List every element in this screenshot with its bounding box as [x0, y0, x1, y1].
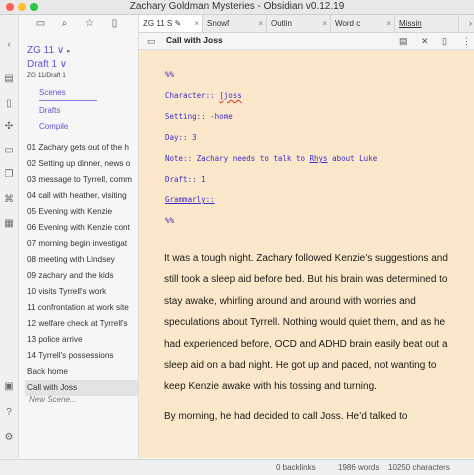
left-ribbon: ‹ ▤ ▯ ✣ ▭ ❐ ⌘ ▦ ▣ ? ⚙ [0, 15, 19, 458]
draft-path: ZG 11/Draft 1 [27, 72, 66, 79]
scene-item[interactable]: 12 welfare check at Tyrrell's [27, 316, 138, 332]
frontmatter-character: Character:: [joss [165, 91, 242, 100]
maximize-window-button[interactable] [30, 3, 38, 11]
tab-bar: ZG 11 S ✎ × Snowf × Outlin × Word c × Missin… [139, 15, 474, 33]
scene-item[interactable]: 09 zachary and the kids [27, 268, 138, 284]
scene-item[interactable]: 06 Evening with Kenzie cont [27, 220, 138, 236]
preview-toggle-icon[interactable]: ▤ [399, 36, 408, 47]
tab-scenes[interactable]: Scenes [39, 88, 97, 101]
frontmatter-grammarly: Grammarly:: [165, 195, 215, 204]
editor-pane[interactable]: %% Character:: [joss Setting:: -home Day… [139, 50, 461, 458]
scene-item[interactable]: 10 visits Tyrrell's work [27, 284, 138, 300]
project-selector[interactable]: ZG 11 ∨ ▸ [27, 45, 70, 56]
backlinks-count[interactable]: 0 backlinks [276, 460, 316, 475]
scene-item[interactable]: 07 morning begin investigat [27, 236, 138, 252]
tab-drafts[interactable]: Drafts [39, 106, 60, 115]
help-circle-icon[interactable]: ? [4, 408, 14, 418]
frontmatter-note: Note:: Zachary needs to talk to Rhys abo… [165, 154, 377, 163]
split-icon[interactable]: ▯ [442, 36, 447, 47]
close-icon[interactable]: × [322, 15, 327, 32]
close-icon[interactable]: × [258, 15, 263, 32]
body-text[interactable]: It was a tough night. Zachary followed K… [164, 248, 454, 435]
frontmatter-text: about Luke [327, 154, 378, 163]
help-icon[interactable]: ▣ [4, 382, 14, 392]
new-scene-input[interactable]: New Scene... [29, 395, 77, 404]
folder-icon[interactable]: ▭ [35, 18, 46, 29]
chevron-down-icon: ∨ [59, 59, 68, 70]
tab-zg11[interactable]: ZG 11 S ✎ × [139, 15, 203, 32]
frontmatter-key: Character:: [165, 91, 220, 100]
chevron-left-icon[interactable]: ‹ [4, 40, 14, 50]
longform-sidebar: ▭ ⌕ ☆ ▯ ZG 11 ∨ ▸ Draft 1 ∨ ZG 11/Draft … [19, 15, 139, 458]
settings-icon[interactable]: ⚙ [4, 433, 14, 443]
frontmatter-value: [joss [219, 91, 242, 100]
scene-item[interactable]: 13 police arrive [27, 332, 138, 348]
tab-label: Missin [399, 19, 422, 28]
close-icon[interactable]: × [386, 15, 391, 32]
scene-item[interactable]: 14 Tyrrell's possessions [27, 348, 138, 364]
box-icon[interactable]: ▦ [4, 219, 14, 229]
tab-outline[interactable]: Outlin × [267, 15, 331, 32]
frontmatter-draft: Draft:: 1 [165, 175, 206, 184]
scene-item[interactable]: 04 call with heather, visiting [27, 188, 138, 204]
terminal-icon[interactable]: ▭ [4, 146, 14, 156]
calendar-icon[interactable]: ▤ [4, 74, 14, 84]
frontmatter-close: %% [165, 216, 175, 225]
sidebar-toolbar: ▭ ⌕ ☆ ▯ [19, 15, 138, 33]
frontmatter-setting: Setting:: -home [165, 112, 233, 121]
window-titlebar: Zachary Goldman Mysteries - Obsidian v0.… [0, 0, 474, 15]
file-icon[interactable]: ▯ [4, 99, 14, 109]
paragraph: By morning, he had decided to call Joss.… [164, 410, 408, 422]
tab-word-count[interactable]: Word c × [331, 15, 395, 32]
scene-item[interactable]: 03 message to Tyrrell, comm [27, 172, 138, 188]
copy-icon[interactable]: ❐ [4, 170, 14, 180]
frontmatter-text: Note:: Zachary needs to talk to [165, 154, 310, 163]
close-icon[interactable]: ✕ [421, 36, 429, 47]
tab-label: Word c [335, 19, 361, 28]
scene-item[interactable]: 08 meeting with Lindsey [27, 252, 138, 268]
minimize-window-button[interactable] [18, 3, 26, 11]
frontmatter-open: %% [165, 70, 175, 79]
scene-item-active[interactable]: Call with Joss [25, 380, 138, 396]
graph-icon[interactable]: ✣ [4, 122, 14, 132]
word-count: 1986 words [338, 463, 380, 472]
tab-snowflake[interactable]: Snowf × [203, 15, 267, 32]
scene-item[interactable]: 05 Evening with Kenzie [27, 204, 138, 220]
star-icon[interactable]: ☆ [84, 18, 95, 29]
frontmatter-text: Grammarly:: [165, 195, 215, 204]
close-window-button[interactable] [6, 3, 14, 11]
chevron-down-icon: ∨ [56, 45, 65, 56]
book-open-icon[interactable]: ▭ [147, 36, 156, 47]
chevron-right-icon: ▸ [66, 48, 71, 55]
view-title[interactable]: Call with Joss [166, 35, 223, 45]
editor-scrollbar[interactable] [461, 50, 474, 458]
draft-name: Draft 1 [27, 59, 58, 70]
close-icon[interactable]: × [194, 15, 199, 32]
project-name: ZG 11 [27, 45, 55, 56]
more-icon[interactable]: ⋮ [462, 36, 471, 47]
tab-compile[interactable]: Compile [39, 122, 68, 131]
tab-label: ZG 11 S [143, 19, 173, 28]
scene-item[interactable]: 01 Zachary gets out of the h [27, 140, 138, 156]
view-header: ▭ Call with Joss ▤ ✕ ▯ ⋮ [139, 33, 474, 50]
book-icon[interactable]: ▯ [109, 18, 120, 29]
frontmatter-link[interactable]: Rhys [310, 154, 328, 163]
tab-missing[interactable]: Missin [395, 15, 459, 32]
tab-list-chevron-icon[interactable]: › [469, 15, 472, 32]
scene-item[interactable]: Back home [27, 364, 138, 380]
pencil-icon: ✎ [174, 19, 182, 28]
scene-item[interactable]: 02 Setting up dinner, news o [27, 156, 138, 172]
window-title: Zachary Goldman Mysteries - Obsidian v0.… [129, 1, 345, 12]
scene-item[interactable]: 11 confrontation at work site [27, 300, 138, 316]
paragraph: It was a tough night. Zachary followed K… [164, 253, 448, 393]
scene-list: 01 Zachary gets out of the h 02 Setting … [25, 140, 138, 396]
command-icon[interactable]: ⌘ [4, 195, 14, 205]
character-count: 10250 characters [388, 463, 450, 472]
search-icon[interactable]: ⌕ [59, 18, 70, 29]
status-bar: 0 backlinks 1986 words 10250 characters [0, 459, 474, 475]
tab-label: Outlin [271, 19, 292, 28]
tab-label: Snowf [207, 19, 230, 28]
frontmatter-day: Day:: 3 [165, 133, 197, 142]
draft-selector[interactable]: Draft 1 ∨ [27, 59, 67, 70]
